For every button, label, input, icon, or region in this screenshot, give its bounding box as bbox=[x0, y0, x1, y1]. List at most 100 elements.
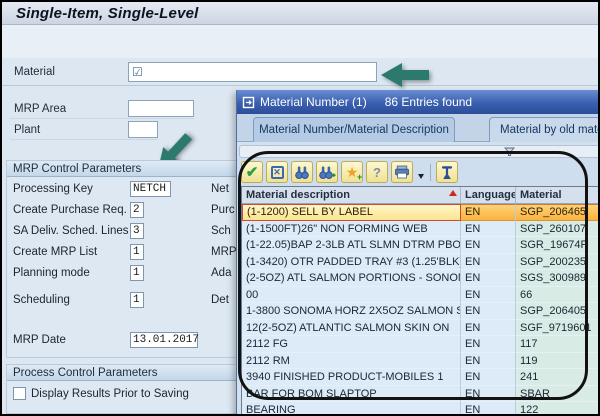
underline bbox=[10, 118, 194, 119]
results-table: Material description Language Material (1-… bbox=[241, 186, 598, 414]
table-row[interactable]: (1-3420) OTR PADDED TRAY #3 (1.25'BLK) EN… bbox=[242, 253, 598, 270]
print-dropdown-button[interactable] bbox=[416, 161, 425, 183]
parameter-input[interactable]: 2 bbox=[130, 202, 144, 218]
material-cell: SBAR bbox=[516, 385, 598, 402]
language-cell: EN bbox=[461, 336, 516, 353]
filter-strip bbox=[239, 145, 598, 158]
popup-title: Material Number (1) bbox=[260, 95, 367, 109]
material-cell: SGS_300989 bbox=[516, 270, 598, 287]
parameter-label: MRP Date bbox=[13, 334, 66, 346]
tab-material-by-old-material[interactable]: Material by old materi bbox=[489, 117, 598, 142]
parameter-label: Create Purchase Req. bbox=[13, 204, 127, 216]
table-row[interactable]: 12(2-5OZ) ATLANTIC SALMON SKIN ON EN SGF_9… bbox=[242, 319, 598, 336]
parameter-label: Create MRP List bbox=[13, 246, 98, 258]
parameter-right-label: MRP bbox=[211, 246, 237, 258]
material-cell: SGP_260107 bbox=[516, 220, 598, 237]
material-cell: 122 bbox=[516, 402, 598, 414]
add-to-favorites-button[interactable]: ★ + bbox=[341, 161, 363, 183]
language-cell: EN bbox=[461, 270, 516, 287]
table-row[interactable]: 00 EN 66 bbox=[242, 286, 598, 303]
toolbar-band bbox=[2, 25, 598, 58]
personal-value-list-button[interactable] bbox=[436, 161, 458, 183]
material-description-cell: (2-5OZ) ATL SALMON PORTIONS - SONOMA bbox=[242, 270, 461, 287]
parameter-label: SA Deliv. Sched. Lines bbox=[13, 225, 129, 237]
parameter-right-label: Purc bbox=[211, 204, 235, 216]
dropdown-caret-icon bbox=[417, 174, 424, 179]
print-icon bbox=[395, 165, 409, 179]
material-cell: SGP_206465 bbox=[516, 204, 598, 221]
language-cell: EN bbox=[461, 385, 516, 402]
material-cell: SGF_9719601 bbox=[516, 319, 598, 336]
material-cell: SGP_206405 bbox=[516, 303, 598, 320]
mrp-area-input[interactable] bbox=[128, 100, 194, 117]
find-next-icon bbox=[318, 166, 336, 179]
parameter-input[interactable]: 1 bbox=[130, 265, 144, 281]
section-title: MRP Control Parameters bbox=[13, 162, 142, 175]
language-cell: EN bbox=[461, 303, 516, 320]
table-row[interactable]: 2112 FG EN 117 bbox=[242, 336, 598, 353]
dialog-window-icon bbox=[242, 96, 255, 108]
column-header-material[interactable]: Material bbox=[516, 187, 598, 203]
parameter-input[interactable]: 1 bbox=[130, 244, 144, 260]
mrp-area-label: MRP Area bbox=[14, 103, 67, 115]
filter-funnel-icon[interactable] bbox=[504, 147, 515, 157]
material-description-cell: (1-22.05)BAP 2-3LB ATL SLMN DTRM PBO VP bbox=[242, 237, 461, 254]
parameter-input[interactable]: 1 bbox=[130, 292, 144, 308]
tab-material-number-description[interactable]: Material Number/Material Description bbox=[253, 117, 455, 142]
add-to-favorites-icon: ★ + bbox=[345, 164, 363, 182]
parameter-input[interactable]: 3 bbox=[130, 223, 144, 239]
sap-window: Single-Item, Single-Level Material ☑ MRP… bbox=[0, 0, 600, 416]
parameter-input[interactable]: 13.01.2017 bbox=[130, 332, 199, 348]
find-next-button[interactable] bbox=[316, 161, 338, 183]
parameter-right-label: Ada bbox=[211, 267, 232, 279]
accept-icon: ✔ bbox=[245, 163, 259, 181]
table-row[interactable]: (2-5OZ) ATL SALMON PORTIONS - SONOMA EN SG… bbox=[242, 270, 598, 287]
table-row[interactable]: (1-1500FT)26" NON FORMING WEB EN SGP_26010… bbox=[242, 220, 598, 237]
personal-value-list-icon bbox=[442, 165, 452, 179]
material-description-cell: (1-3420) OTR PADDED TRAY #3 (1.25'BLK) bbox=[242, 253, 461, 270]
help-icon: ? bbox=[373, 164, 381, 180]
material-label: Material bbox=[14, 66, 55, 78]
help-button[interactable]: ? bbox=[366, 161, 388, 183]
material-cell: 117 bbox=[516, 336, 598, 353]
entries-found-text: 86 Entries found bbox=[384, 95, 473, 109]
cancel-button[interactable]: ✕ bbox=[266, 161, 288, 183]
table-row[interactable]: 1-3800 SONOMA HORZ 2X5OZ SALMON SKONENSG… bbox=[242, 303, 598, 320]
material-description-cell: 2112 RM bbox=[242, 352, 461, 369]
table-row[interactable]: (1-22.05)BAP 2-3LB ATL SLMN DTRM PBO VP E… bbox=[242, 237, 598, 254]
print-button[interactable] bbox=[391, 161, 413, 183]
table-row[interactable]: 2112 RM EN 119 bbox=[242, 352, 598, 369]
language-cell: EN bbox=[461, 204, 516, 221]
material-description-cell: BAR FOR BOM SLAPTOP bbox=[242, 385, 461, 402]
table-row[interactable]: BAR FOR BOM SLAPTOP EN SBAR bbox=[242, 385, 598, 402]
parameter-label: Processing Key bbox=[13, 183, 93, 195]
column-header-material-description[interactable]: Material description bbox=[242, 187, 461, 203]
language-cell: EN bbox=[461, 319, 516, 336]
parameter-label: Planning mode bbox=[13, 267, 90, 279]
accept-button[interactable]: ✔ bbox=[241, 161, 263, 183]
material-input[interactable]: ☑ bbox=[128, 62, 377, 82]
popup-tabstrip: Material Number/Material Description Mate… bbox=[237, 114, 598, 142]
material-description-cell: 3940 FINISHED PRODUCT-MOBILES 1 bbox=[242, 369, 461, 386]
sort-ascending-icon bbox=[449, 190, 457, 196]
multiple-selection-check-icon: ☑ bbox=[132, 65, 143, 79]
plant-input[interactable] bbox=[128, 121, 158, 138]
table-row[interactable]: BEARING EN 122 bbox=[242, 402, 598, 414]
find-icon bbox=[295, 166, 309, 179]
material-number-popup: Material Number (1) 86 Entries found Mat… bbox=[236, 90, 598, 414]
table-header-row: Material description Language Material bbox=[242, 187, 598, 204]
display-results-checkbox[interactable] bbox=[13, 387, 26, 400]
cancel-icon: ✕ bbox=[270, 165, 284, 179]
parameter-right-label: Det bbox=[211, 294, 229, 306]
column-header-language[interactable]: Language bbox=[461, 187, 516, 203]
section-title: Process Control Parameters bbox=[13, 366, 158, 379]
parameter-right-label: Net bbox=[211, 183, 229, 195]
popup-titlebar[interactable]: Material Number (1) 86 Entries found bbox=[237, 90, 598, 114]
parameter-input[interactable]: NETCH bbox=[130, 181, 171, 197]
table-row[interactable]: (1-1200) SELL BY LABEL EN SGP_206465 bbox=[242, 204, 598, 221]
table-row[interactable]: 3940 FINISHED PRODUCT-MOBILES 1 EN 241 bbox=[242, 369, 598, 386]
page-title: Single-Item, Single-Level bbox=[16, 4, 199, 22]
underline bbox=[10, 139, 158, 140]
find-button[interactable] bbox=[291, 161, 313, 183]
material-cell: 119 bbox=[516, 352, 598, 369]
